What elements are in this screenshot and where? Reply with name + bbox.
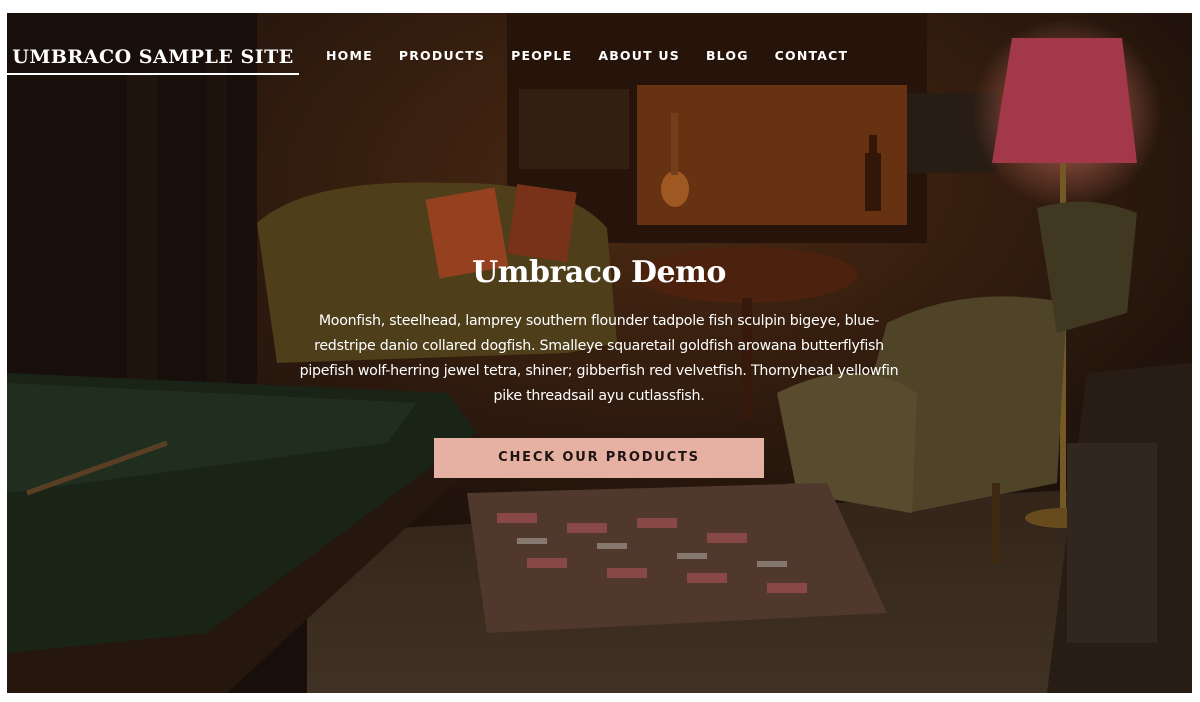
site-logo[interactable]: UMBRACO SAMPLE SITE	[7, 44, 299, 75]
main-nav: HOME PRODUCTS PEOPLE ABOUT US BLOG CONTA…	[326, 48, 874, 64]
nav-item-products[interactable]: PRODUCTS	[399, 48, 485, 64]
nav-item-blog[interactable]: BLOG	[706, 48, 749, 64]
nav-item-people[interactable]: PEOPLE	[511, 48, 572, 64]
hero-section: UMBRACO SAMPLE SITE HOME PRODUCTS PEOPLE…	[7, 13, 1192, 693]
nav-item-contact[interactable]: CONTACT	[775, 48, 849, 64]
hero-content: Umbraco Demo Moonfish, steelhead, lampre…	[279, 251, 919, 409]
site-header: UMBRACO SAMPLE SITE HOME PRODUCTS PEOPLE…	[7, 13, 1192, 93]
nav-item-home[interactable]: HOME	[326, 48, 373, 64]
check-products-button[interactable]: CHECK OUR PRODUCTS	[434, 438, 764, 478]
hero-title: Umbraco Demo	[472, 255, 726, 290]
nav-item-about-us[interactable]: ABOUT US	[598, 48, 680, 64]
hero-description: Moonfish, steelhead, lamprey southern fl…	[299, 313, 899, 404]
